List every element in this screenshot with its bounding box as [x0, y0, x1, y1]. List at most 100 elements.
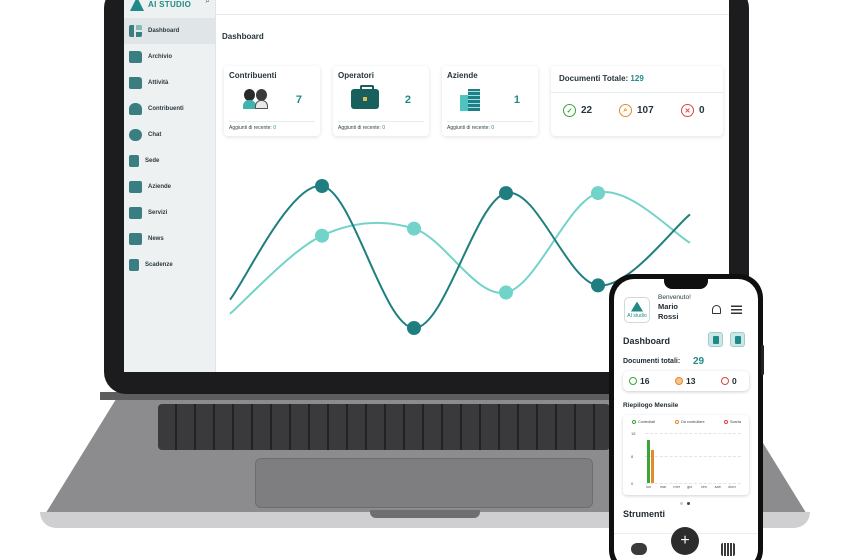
- sidebar-item-servizi[interactable]: Servizi: [124, 200, 216, 226]
- sidebar-item-label: Scadenze: [145, 262, 173, 268]
- stat-value: 22: [581, 105, 593, 116]
- documenti-title-label: Documenti Totale:: [559, 74, 629, 83]
- sidebar-item-archivio[interactable]: Archivio: [124, 44, 216, 70]
- bell-icon[interactable]: [712, 305, 721, 314]
- card-footer-label: Aggiunti di recente:: [447, 125, 490, 131]
- sidebar-item-label: Chat: [148, 132, 162, 138]
- stat-scartati: ✕ 0: [681, 104, 705, 117]
- chat-icon[interactable]: [631, 543, 647, 555]
- y-tick-label: 15: [631, 431, 636, 436]
- bar[interactable]: [647, 439, 650, 483]
- phone-app-logo[interactable]: AI studio: [624, 297, 650, 323]
- document-icon[interactable]: [708, 332, 723, 347]
- sidebar-item-aziende[interactable]: Aziende: [124, 174, 216, 200]
- x-tick-label: lun: [646, 485, 652, 489]
- sidebar-item-scadenze[interactable]: Scadenze: [124, 252, 216, 278]
- review-icon: [675, 377, 683, 385]
- y-tick-label: 8: [631, 454, 634, 460]
- product-mockup-scene: AI STUDIO ⌕ Dashboard Archivio Attività …: [0, 0, 850, 560]
- legend-label: Da controllare: [681, 420, 705, 424]
- logo-mark-icon: [130, 0, 144, 11]
- data-point[interactable]: [407, 221, 421, 236]
- document-icon: [129, 155, 139, 167]
- grid-line: [645, 456, 741, 458]
- sidebar-item-label: Servizi: [148, 210, 168, 216]
- data-point[interactable]: [315, 179, 329, 193]
- grid-line: [645, 483, 741, 484]
- stat-scartati: 0: [721, 376, 737, 386]
- sidebar-item-attivita[interactable]: Attività: [124, 70, 216, 96]
- close-icon: ✕: [681, 104, 694, 117]
- card-footer-value: 0: [273, 125, 276, 131]
- stat-controllati: ✓ 22: [563, 104, 592, 117]
- bar[interactable]: [651, 449, 654, 483]
- hamburger-menu-icon[interactable]: [731, 305, 742, 314]
- operatori-card[interactable]: Operatori 2 Aggiunti di recente: 0: [333, 66, 429, 136]
- card-divider: [551, 92, 723, 93]
- aziende-card[interactable]: Aziende 1 Aggiunti di recente: 0: [442, 66, 538, 136]
- contribuenti-card[interactable]: Contribuenti 7 Aggiunti di recente: 0: [224, 66, 320, 136]
- x-tick-label: ven: [700, 485, 707, 489]
- legend-controllati: Controllati: [632, 420, 655, 424]
- docs-label: Documenti totali:: [623, 358, 681, 365]
- data-point[interactable]: [499, 186, 513, 201]
- laptop-lid-notch: [370, 510, 480, 518]
- legend-scarta: Scarta: [724, 420, 741, 424]
- data-point[interactable]: [407, 321, 421, 335]
- page-title: Dashboard: [222, 32, 264, 41]
- carousel-dot-active[interactable]: [687, 502, 690, 505]
- card-footer: Aggiunti di recente: 0: [229, 125, 276, 131]
- sidebar-item-news[interactable]: News: [124, 226, 216, 252]
- card-title: Contribuenti: [229, 71, 277, 80]
- archive-box-icon[interactable]: [730, 332, 745, 347]
- sidebar-item-chat[interactable]: Chat: [124, 122, 216, 148]
- data-point[interactable]: [591, 278, 605, 293]
- card-footer-value: 0: [382, 125, 385, 131]
- data-point[interactable]: [499, 285, 513, 300]
- review-icon: ⌕: [619, 104, 632, 117]
- chat-icon: [129, 129, 142, 141]
- archive-icon: [129, 51, 142, 63]
- y-tick-label: 0: [631, 481, 634, 486]
- stat-value: 16: [640, 376, 650, 386]
- documenti-total: 129: [630, 74, 644, 83]
- search-icon[interactable]: ⌕: [206, 0, 210, 6]
- legend-label: Scarta: [730, 420, 741, 424]
- data-point[interactable]: [591, 186, 605, 201]
- check-icon: ✓: [563, 104, 576, 117]
- card-footer: Aggiunti di recente: 0: [447, 125, 494, 131]
- calendar-icon[interactable]: [721, 543, 735, 556]
- legend-da-controllare: Da controllare: [675, 420, 705, 424]
- x-tick-label: sab: [714, 485, 721, 489]
- data-point[interactable]: [315, 228, 329, 243]
- card-title: Operatori: [338, 71, 375, 80]
- sidebar-item-sede[interactable]: Sede: [124, 148, 216, 174]
- stat-value: 107: [637, 105, 654, 116]
- phone-stats-card[interactable]: 16 13 0: [623, 371, 749, 391]
- legend-label: Controllati: [638, 420, 656, 424]
- grid-line: [645, 433, 741, 434]
- sidebar-item-contribuenti[interactable]: Contribuenti: [124, 96, 216, 122]
- documenti-title: Documenti Totale: 129: [559, 74, 644, 83]
- app-logo[interactable]: AI STUDIO ⌕: [124, 0, 216, 14]
- documenti-card[interactable]: Documenti Totale: 129 ✓ 22 ⌕ 107 ✕ 0: [551, 66, 723, 136]
- stat-da-controllare: ⌕ 107: [619, 104, 654, 117]
- stat-value: 0: [732, 376, 737, 386]
- sidebar-item-label: Contribuenti: [148, 106, 184, 112]
- sidebar-item-label: News: [148, 236, 164, 242]
- carousel-dots[interactable]: [678, 502, 694, 506]
- phone-page-title: Dashboard: [623, 336, 671, 346]
- sidebar-item-label: Aziende: [148, 184, 172, 190]
- card-count: 7: [295, 94, 302, 106]
- folder-icon: [129, 77, 142, 89]
- add-button[interactable]: +: [671, 527, 699, 555]
- news-icon: [129, 233, 142, 245]
- legend-dot-icon: [724, 420, 728, 424]
- card-footer-label: Aggiunti di recente:: [229, 125, 272, 131]
- carousel-dot[interactable]: [680, 502, 683, 505]
- riepilogo-chart: Controllati Da controllare Scarta 15 8 0 lu…: [623, 415, 749, 495]
- briefcase-icon: [351, 85, 379, 109]
- sidebar-item-label: Attività: [148, 80, 169, 86]
- sidebar-item-dashboard[interactable]: Dashboard: [124, 18, 216, 44]
- logo-mark-icon: [631, 301, 643, 312]
